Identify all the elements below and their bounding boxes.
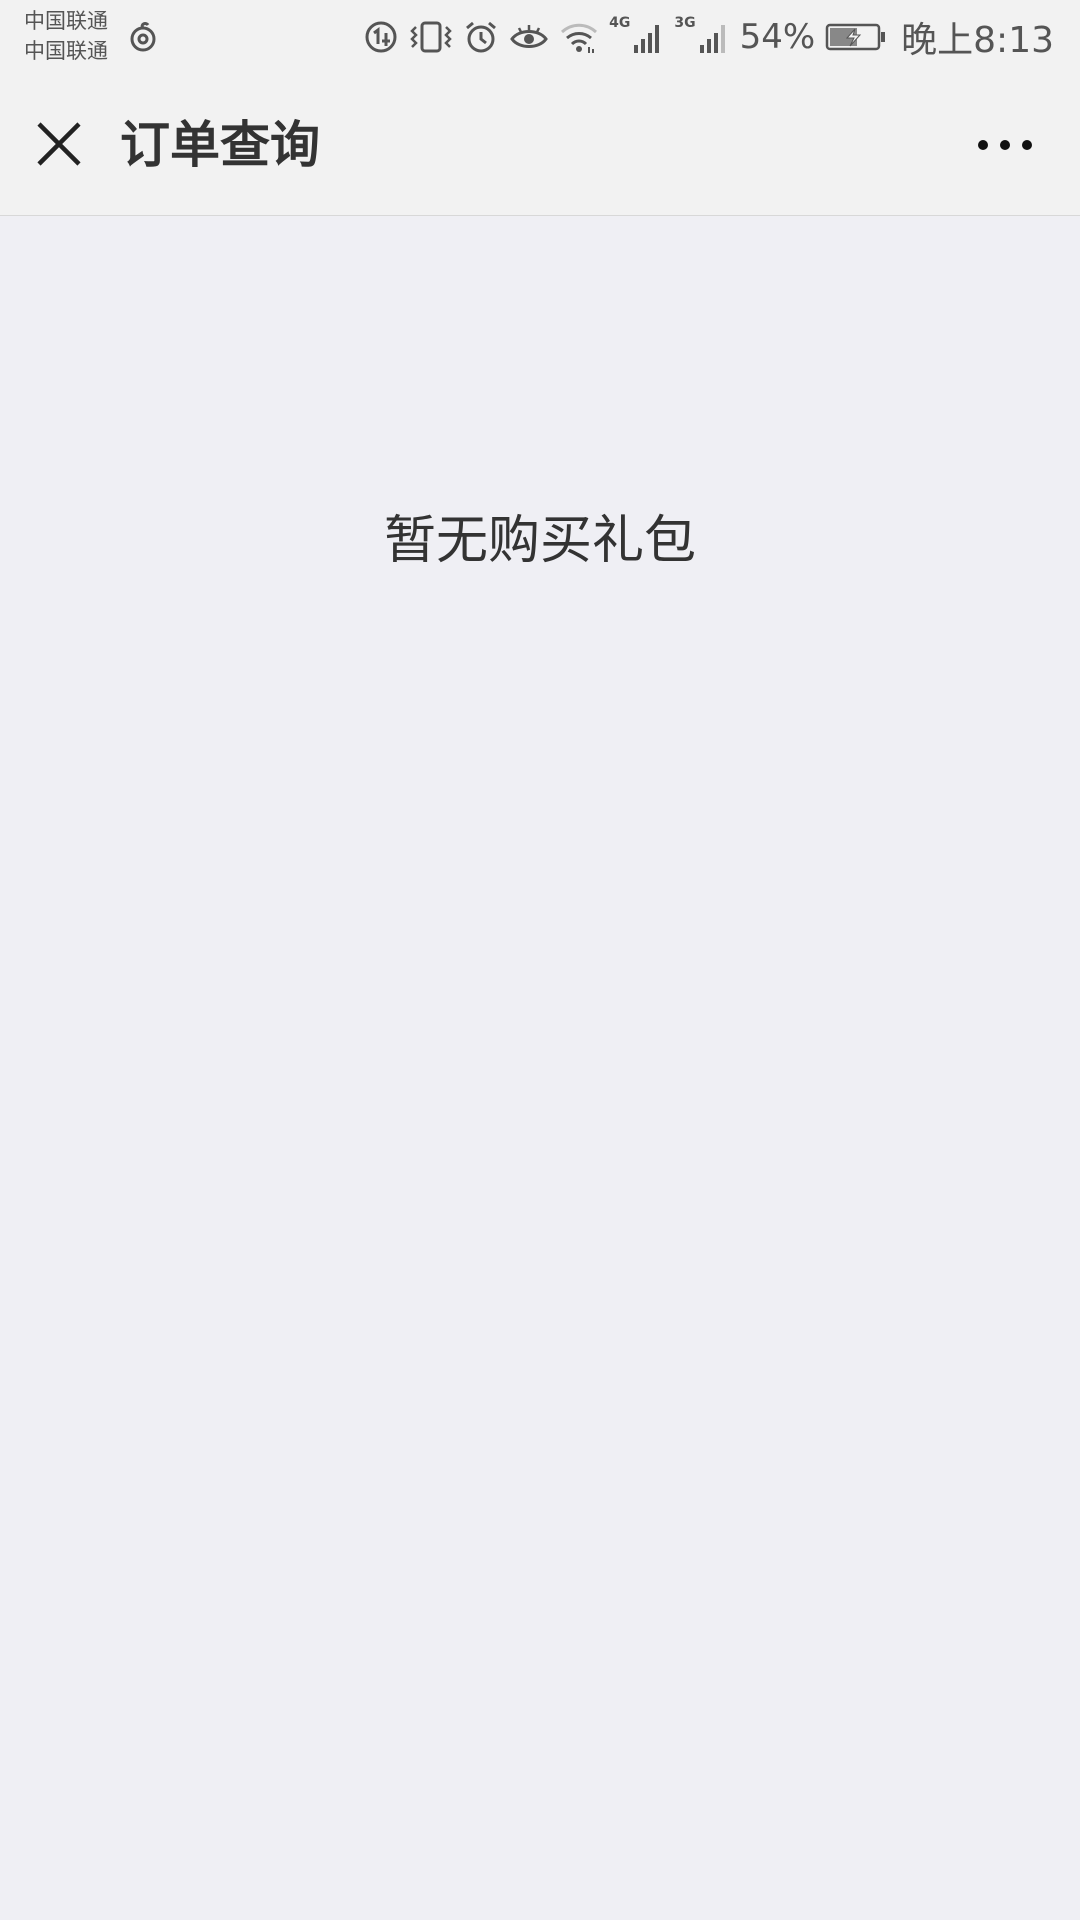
wifi-icon bbox=[561, 23, 598, 53]
battery-charging-icon bbox=[825, 23, 886, 51]
clock: 晚上8:13 bbox=[901, 20, 1054, 61]
network-type-label: 4G bbox=[609, 15, 631, 31]
screen: 中国联通 中国联通 4G 3G 54% 晚上8:13 订单查询 暂无购买礼包 bbox=[0, 0, 1080, 1920]
netease-cloud-music-icon bbox=[130, 22, 156, 52]
carrier-info: 中国联通 中国联通 bbox=[24, 6, 108, 66]
main-content: 暂无购买礼包 bbox=[0, 216, 1080, 1920]
more-icon bbox=[978, 140, 1032, 150]
eye-comfort-icon bbox=[510, 25, 548, 48]
battery-percent: 54% bbox=[739, 17, 816, 57]
status-bar: 中国联通 中国联通 4G 3G 54% 晚上8:13 bbox=[0, 0, 1080, 75]
vibrate-icon bbox=[410, 21, 452, 53]
data-saver-icon bbox=[365, 21, 397, 53]
close-button[interactable] bbox=[24, 109, 94, 179]
more-button[interactable] bbox=[960, 113, 1050, 177]
empty-state-message: 暂无购买礼包 bbox=[383, 511, 696, 571]
nav-bar: 订单查询 bbox=[0, 75, 1080, 216]
close-icon bbox=[37, 122, 81, 166]
carrier-label: 中国联通 bbox=[24, 39, 108, 63]
signal-icon bbox=[699, 25, 725, 53]
network-type-label: 3G bbox=[674, 15, 696, 31]
carrier-label: 中国联通 bbox=[24, 9, 108, 33]
status-icons: 4G 3G 54% 晚上8:13 bbox=[363, 12, 1054, 62]
page-title: 订单查询 bbox=[120, 116, 320, 174]
alarm-icon bbox=[466, 21, 497, 53]
signal-icon bbox=[634, 25, 660, 53]
